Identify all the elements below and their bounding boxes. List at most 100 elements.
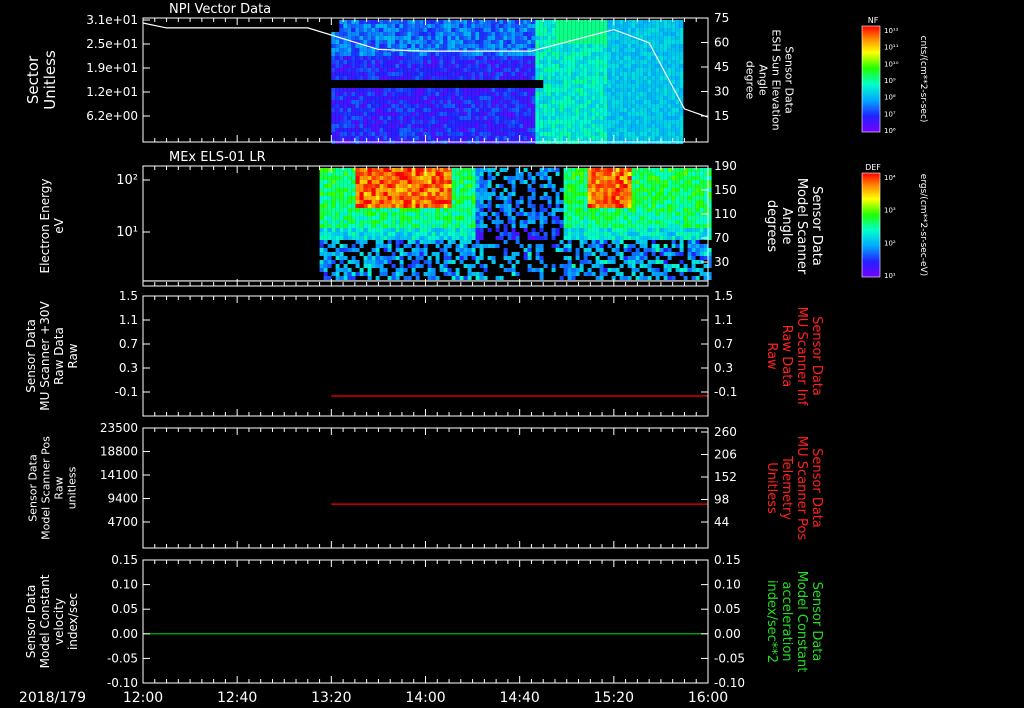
- heatmap-cell: [651, 232, 656, 236]
- heatmap-cell: [627, 236, 632, 240]
- heatmap-cell: [639, 204, 644, 208]
- heatmap-cell: [395, 196, 400, 200]
- heatmap-cell: [675, 64, 680, 68]
- heatmap-cell: [583, 180, 588, 184]
- heatmap-cell: [443, 76, 448, 80]
- heatmap-cell: [487, 88, 492, 92]
- heatmap-cell: [379, 44, 384, 48]
- heatmap-cell: [523, 36, 528, 40]
- heatmap-cell: [451, 180, 456, 184]
- heatmap-cell: [411, 76, 416, 80]
- heatmap-cell: [599, 220, 604, 224]
- heatmap-cell: [439, 192, 444, 196]
- heatmap-cell: [379, 244, 384, 248]
- heatmap-cell: [523, 116, 528, 120]
- heatmap-cell: [599, 244, 604, 248]
- heatmap-cell: [659, 176, 664, 180]
- heatmap-cell: [619, 180, 624, 184]
- heatmap-cell: [379, 88, 384, 92]
- heatmap-cell: [467, 40, 472, 44]
- heatmap-cell: [355, 92, 360, 96]
- heatmap-cell: [471, 188, 476, 192]
- heatmap-cell: [447, 92, 452, 96]
- heatmap-cell: [351, 132, 356, 136]
- heatmap-cell: [339, 60, 344, 64]
- heatmap-cell: [643, 184, 648, 188]
- heatmap-cell: [527, 248, 532, 252]
- heatmap-cell: [635, 172, 640, 176]
- heatmap-cell: [607, 220, 612, 224]
- heatmap-cell: [483, 76, 488, 80]
- heatmap-cell: [675, 224, 680, 228]
- heatmap-cell: [351, 44, 356, 48]
- heatmap-cell: [343, 124, 348, 128]
- heatmap-cell: [399, 100, 404, 104]
- heatmap-cell: [579, 172, 584, 176]
- heatmap-cell: [403, 20, 408, 24]
- heatmap-cell: [423, 36, 428, 40]
- heatmap-cell: [527, 124, 532, 128]
- heatmap-cell: [439, 208, 444, 212]
- heatmap-cell: [511, 24, 516, 28]
- heatmap-cell: [547, 124, 552, 128]
- heatmap-cell: [563, 44, 568, 48]
- heatmap-cell: [591, 36, 596, 40]
- heatmap-cell: [371, 260, 376, 264]
- heatmap-cell: [527, 220, 532, 224]
- heatmap-cell: [603, 72, 608, 76]
- heatmap-cell: [399, 64, 404, 68]
- heatmap-cell: [583, 112, 588, 116]
- heatmap-cell: [439, 228, 444, 232]
- heatmap-cell: [363, 36, 368, 40]
- heatmap-cell: [507, 56, 512, 60]
- heatmap-cell: [395, 232, 400, 236]
- heatmap-cell: [623, 176, 628, 180]
- heatmap-cell: [627, 188, 632, 192]
- heatmap-cell: [391, 64, 396, 68]
- heatmap-cell: [579, 88, 584, 92]
- heatmap-cell: [395, 32, 400, 36]
- heatmap-cell: [395, 108, 400, 112]
- heatmap-cell: [583, 224, 588, 228]
- heatmap-cell: [423, 96, 428, 100]
- heatmap-cell: [379, 36, 384, 40]
- heatmap-cell: [631, 264, 636, 268]
- heatmap-cell: [371, 132, 376, 136]
- heatmap-cell: [675, 72, 680, 76]
- heatmap-cell: [447, 132, 452, 136]
- heatmap-cell: [599, 184, 604, 188]
- heatmap-cell: [667, 180, 672, 184]
- heatmap-cell: [527, 56, 532, 60]
- heatmap-cell: [455, 224, 460, 228]
- heatmap-cell: [695, 276, 700, 280]
- heatmap-cell: [363, 264, 368, 268]
- heatmap-cell: [607, 96, 612, 100]
- heatmap-cell: [583, 116, 588, 120]
- heatmap-cell: [531, 76, 536, 80]
- heatmap-cell: [431, 96, 436, 100]
- heatmap-cell: [539, 76, 544, 80]
- heatmap-cell: [339, 120, 344, 124]
- heatmap-cell: [351, 220, 356, 224]
- heatmap-cell: [419, 88, 424, 92]
- heatmap-cell: [631, 92, 636, 96]
- heatmap-cell: [611, 80, 616, 84]
- heatmap-cell: [699, 204, 704, 208]
- heatmap-cell: [619, 124, 624, 128]
- heatmap-cell: [627, 256, 632, 260]
- heatmap-cell: [379, 60, 384, 64]
- heatmap-cell: [635, 196, 640, 200]
- heatmap-cell: [567, 108, 572, 112]
- heatmap-cell: [623, 216, 628, 220]
- heatmap-cell: [347, 92, 352, 96]
- heatmap-cell: [423, 56, 428, 60]
- heatmap-cell: [439, 224, 444, 228]
- heatmap-cell: [639, 272, 644, 276]
- heatmap-cell: [675, 200, 680, 204]
- heatmap-cell: [655, 176, 660, 180]
- heatmap-cell: [335, 220, 340, 224]
- heatmap-cell: [475, 172, 480, 176]
- heatmap-cell: [511, 264, 516, 268]
- heatmap-cell: [543, 168, 548, 172]
- heatmap-cell: [387, 88, 392, 92]
